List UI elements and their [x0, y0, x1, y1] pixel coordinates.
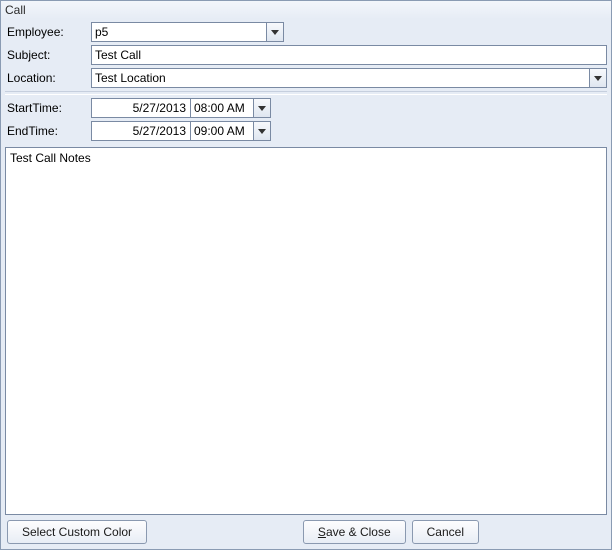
- chevron-down-icon: [258, 101, 266, 115]
- save-close-rest: ave & Close: [326, 525, 391, 539]
- cancel-button[interactable]: Cancel: [412, 520, 479, 544]
- employee-combo[interactable]: [91, 22, 284, 42]
- end-time-combo[interactable]: [190, 121, 271, 141]
- end-time-dropdown-button[interactable]: [253, 121, 271, 141]
- dialog-title: Call: [1, 1, 611, 19]
- separator: [5, 91, 607, 95]
- starttime-label: StartTime:: [5, 101, 91, 115]
- starttime-row: StartTime:: [5, 97, 607, 119]
- location-input[interactable]: [91, 68, 590, 88]
- location-dropdown-button[interactable]: [589, 68, 607, 88]
- start-time-dropdown-button[interactable]: [253, 98, 271, 118]
- notes-textarea[interactable]: [6, 148, 606, 514]
- dialog-footer: Select Custom Color Save & Close Cancel: [1, 515, 611, 549]
- endtime-row: EndTime:: [5, 120, 607, 142]
- chevron-down-icon: [594, 71, 602, 85]
- location-combo[interactable]: [91, 68, 607, 88]
- call-dialog: Call Employee: Subject: Location:: [0, 0, 612, 550]
- select-custom-color-button[interactable]: Select Custom Color: [7, 520, 147, 544]
- start-time-input[interactable]: [190, 98, 254, 118]
- subject-input[interactable]: [91, 45, 607, 65]
- employee-label: Employee:: [5, 25, 91, 39]
- start-time-combo[interactable]: [190, 98, 271, 118]
- location-label: Location:: [5, 71, 91, 85]
- endtime-label: EndTime:: [5, 124, 91, 138]
- form-area: Employee: Subject: Location:: [1, 19, 611, 143]
- chevron-down-icon: [258, 124, 266, 138]
- subject-row: Subject:: [5, 44, 607, 66]
- notes-container: [5, 147, 607, 515]
- end-time-input[interactable]: [190, 121, 254, 141]
- save-and-close-button[interactable]: Save & Close: [303, 520, 406, 544]
- start-date-input[interactable]: [91, 98, 191, 118]
- employee-input[interactable]: [91, 22, 267, 42]
- chevron-down-icon: [271, 25, 279, 39]
- location-row: Location:: [5, 67, 607, 89]
- employee-row: Employee:: [5, 21, 607, 43]
- subject-label: Subject:: [5, 48, 91, 62]
- employee-dropdown-button[interactable]: [266, 22, 284, 42]
- end-date-input[interactable]: [91, 121, 191, 141]
